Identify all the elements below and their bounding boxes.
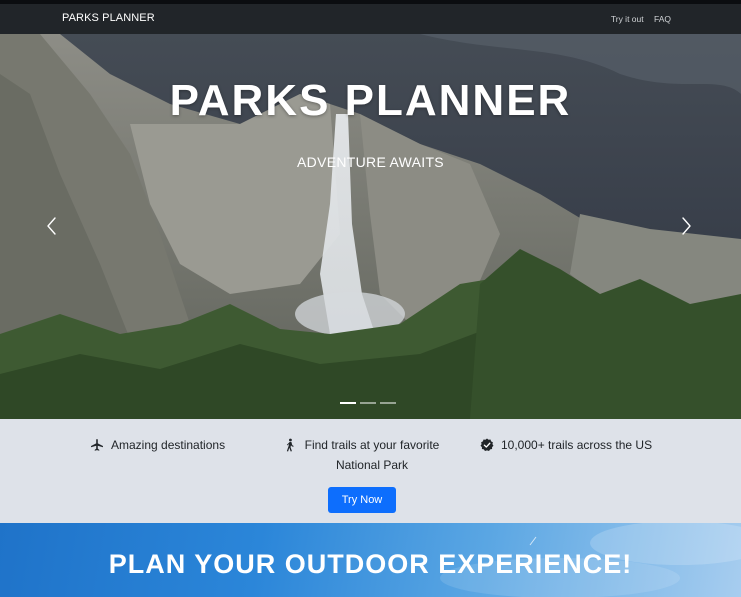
nav-links: Try it out FAQ xyxy=(603,14,671,24)
hiker-icon xyxy=(286,438,294,452)
hero-title: PARKS PLANNER xyxy=(169,76,572,125)
navbar: PARKS PLANNER Try it out FAQ xyxy=(0,4,741,34)
chevron-left-icon xyxy=(47,217,56,235)
feature-text: Find trails at your favorite National Pa… xyxy=(304,438,440,472)
features-section: Amazing destinations Find trails at your… xyxy=(0,419,741,523)
chevron-right-icon xyxy=(682,217,691,235)
plan-section-title: PLAN YOUR OUTDOOR EXPERIENCE! xyxy=(108,549,633,579)
airplane-icon xyxy=(91,439,103,451)
carousel-indicator-3[interactable] xyxy=(380,402,396,404)
carousel-indicators xyxy=(340,402,400,406)
feature-text: 10,000+ trails across the US xyxy=(501,438,653,452)
carousel-next-button[interactable] xyxy=(674,214,698,238)
feature-text: Amazing destinations xyxy=(111,438,226,452)
try-now-button[interactable]: Try Now xyxy=(328,487,396,513)
brand-link[interactable]: PARKS PLANNER xyxy=(62,12,155,24)
plan-section: PLAN YOUR OUTDOOR EXPERIENCE! xyxy=(0,523,741,597)
nav-link-try-it-out[interactable]: Try it out xyxy=(611,14,644,24)
verified-badge-icon xyxy=(480,438,494,451)
carousel-indicator-1[interactable] xyxy=(340,402,356,404)
hero-subtitle: ADVENTURE AWAITS xyxy=(297,154,444,170)
nav-link-faq[interactable]: FAQ xyxy=(654,14,671,24)
carousel-prev-button[interactable] xyxy=(40,214,64,238)
hero-carousel: PARKS PLANNER ADVENTURE AWAITS xyxy=(0,34,741,419)
carousel-indicator-2[interactable] xyxy=(360,402,376,404)
